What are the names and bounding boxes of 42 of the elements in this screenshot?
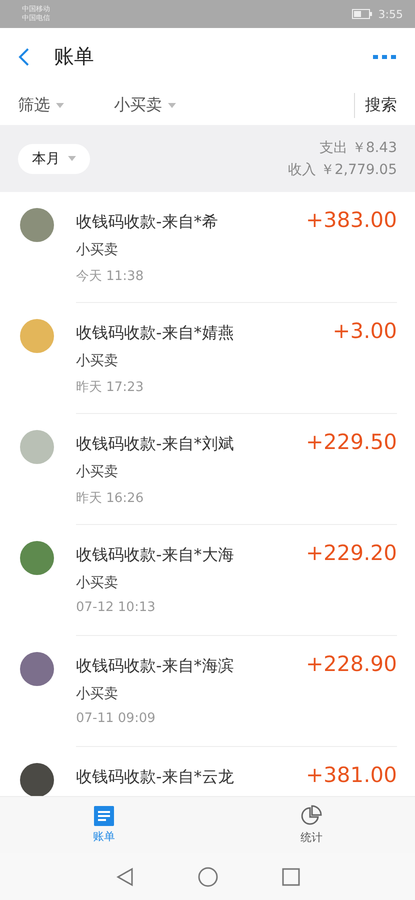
transaction-time: 昨天 16:26 <box>76 490 145 507</box>
transaction-category: 小买卖 <box>76 574 119 592</box>
transaction-title[interactable]: 收钱码收款-来自*云龙 <box>76 767 234 788</box>
pie-chart-icon <box>300 805 322 827</box>
transaction-amount: +3.00 <box>332 319 397 343</box>
transaction-time: 今天 11:38 <box>76 268 145 285</box>
clock: 3:55 <box>378 8 403 20</box>
transaction-amount: +228.90 <box>306 652 397 676</box>
more-icon[interactable] <box>373 54 397 60</box>
list-icon <box>94 806 114 826</box>
battery-icon <box>352 9 372 19</box>
period-dropdown[interactable]: 本月 <box>18 144 90 174</box>
back-triangle-icon[interactable] <box>116 866 134 886</box>
income-total: 收入 ￥2,779.05 <box>288 160 397 178</box>
transaction-category: 小买卖 <box>76 241 119 259</box>
transaction-title[interactable]: 收钱码收款-来自*刘斌 <box>76 434 234 455</box>
transaction-time: 07-11 09:09 <box>76 711 156 726</box>
tab[interactable]: 统计 <box>208 797 415 853</box>
transaction-time: 07-12 10:13 <box>76 600 156 615</box>
transaction-category: 小买卖 <box>76 352 119 370</box>
transaction-time: 昨天 17:23 <box>76 379 145 396</box>
dropdown-arrow-icon <box>68 156 76 161</box>
transaction-title[interactable]: 收钱码收款-来自*婧燕 <box>76 323 234 344</box>
transaction-amount: +229.50 <box>306 430 397 454</box>
page-title: 账单 <box>54 43 95 70</box>
dropdown-arrow-icon <box>56 102 64 108</box>
transaction-title[interactable]: 收钱码收款-来自*希 <box>76 212 218 233</box>
home-circle-icon[interactable] <box>198 866 218 886</box>
expense-total: 支出 ￥8.43 <box>319 138 397 156</box>
transaction-category: 小买卖 <box>76 463 119 481</box>
square-icon[interactable] <box>282 868 300 886</box>
search-button[interactable]: 搜索 <box>354 92 397 118</box>
back-icon[interactable] <box>18 46 30 66</box>
transaction-title[interactable]: 收钱码收款-来自*海滨 <box>76 656 234 677</box>
transaction-category: 小买卖 <box>76 685 119 703</box>
transaction-amount: +383.00 <box>306 208 397 232</box>
filter-dropdown[interactable]: 小买卖 <box>114 94 176 116</box>
filter-dropdown[interactable]: 筛选 <box>18 94 64 116</box>
transaction-amount: +381.00 <box>306 763 397 787</box>
transaction-amount: +229.20 <box>306 541 397 565</box>
dropdown-arrow-icon <box>168 102 176 108</box>
transaction-title[interactable]: 收钱码收款-来自*大海 <box>76 545 234 566</box>
